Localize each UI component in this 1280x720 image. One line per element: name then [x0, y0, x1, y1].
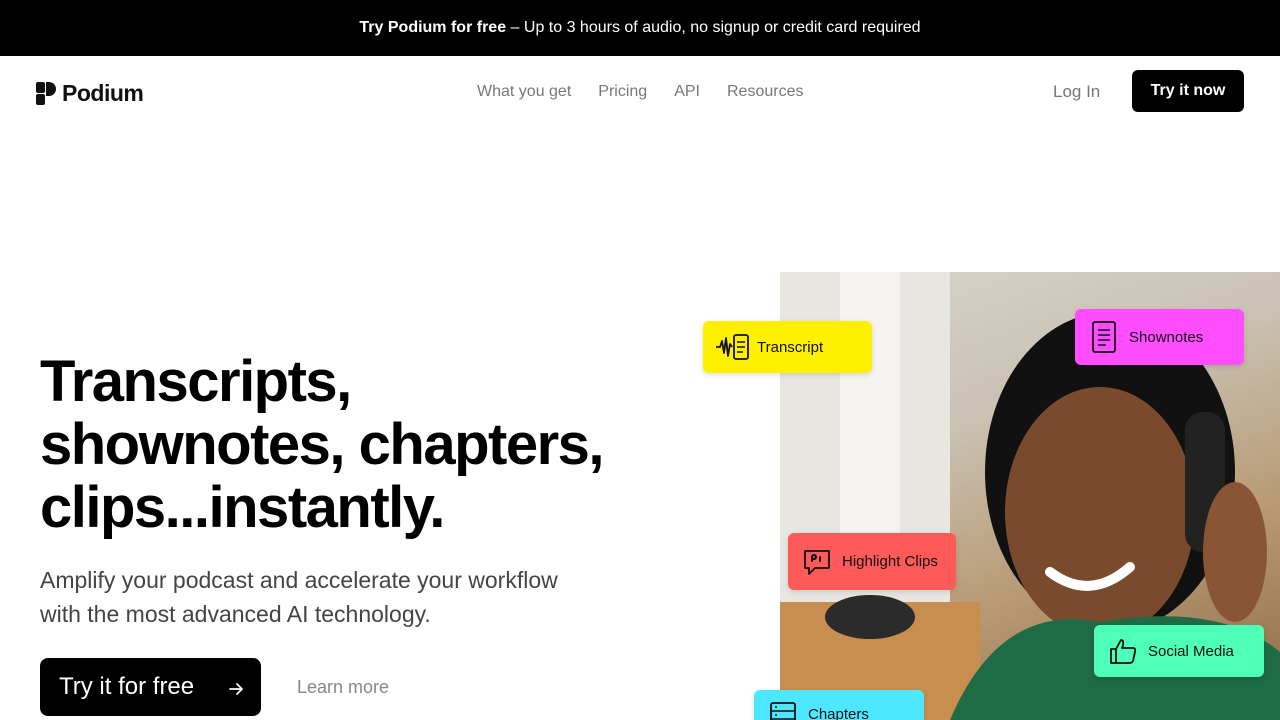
shownotes-label: Shownotes [1129, 328, 1204, 346]
social-media-tag: Social Media [1094, 625, 1264, 677]
promo-banner[interactable]: Try Podium for free – Up to 3 hours of a… [0, 0, 1280, 56]
quote-bubble-icon [800, 545, 834, 579]
social-media-label: Social Media [1148, 642, 1234, 660]
learn-more-link[interactable]: Learn more [297, 677, 389, 698]
shownotes-tag: Shownotes [1075, 309, 1244, 365]
chapters-label: Chapters [808, 706, 869, 720]
banner-text: – Up to 3 hours of audio, no signup or c… [506, 19, 921, 36]
nav-link-api[interactable]: API [674, 83, 700, 101]
transcript-tag: Transcript [703, 321, 872, 373]
arrow-right-icon [227, 677, 245, 695]
highlight-clips-tag: Highlight Clips [788, 533, 956, 590]
waveform-document-icon [715, 330, 749, 364]
document-icon [1087, 320, 1121, 354]
nav-link-what-you-get[interactable]: What you get [477, 83, 571, 101]
subhead-line-1: Amplify your podcast and accelerate your… [40, 567, 558, 593]
cta-label: Try it for free [59, 673, 195, 700]
top-nav: Podium What you get Pricing API Resource… [0, 56, 1280, 128]
try-it-now-button[interactable]: Try it now [1132, 70, 1244, 112]
hero-headline: Transcripts, shownotes, chapters, clips.… [40, 350, 680, 539]
chapters-list-icon [766, 698, 800, 720]
podium-logo-icon [36, 82, 56, 105]
nav-link-resources[interactable]: Resources [727, 83, 803, 101]
thumbs-up-icon [1106, 634, 1140, 668]
headline-line-3: clips...instantly. [40, 475, 445, 540]
nav-links: What you get Pricing API Resources [477, 83, 803, 101]
chapters-tag: Chapters [754, 690, 924, 720]
hero-subhead: Amplify your podcast and accelerate your… [40, 563, 640, 631]
subhead-line-2: with the most advanced AI technology. [40, 601, 431, 627]
headline-line-1: Transcripts, [40, 349, 352, 414]
nav-link-pricing[interactable]: Pricing [598, 83, 647, 101]
login-link[interactable]: Log In [1053, 82, 1100, 102]
logo-text: Podium [62, 80, 144, 106]
headline-line-2: shownotes, chapters, [40, 412, 605, 477]
highlight-clips-label: Highlight Clips [842, 553, 938, 570]
banner-bold-text: Try Podium for free [359, 19, 507, 36]
transcript-label: Transcript [757, 338, 824, 356]
try-it-for-free-button[interactable]: Try it for free [40, 658, 261, 716]
logo[interactable]: Podium [36, 80, 144, 107]
